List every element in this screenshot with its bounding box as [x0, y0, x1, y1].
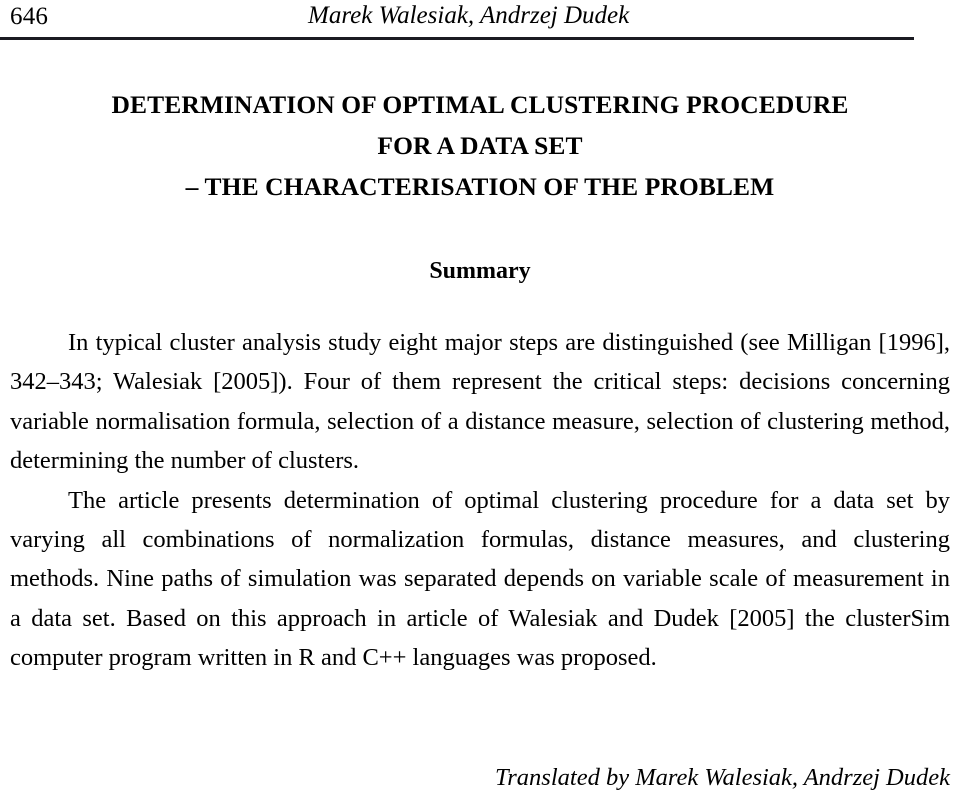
abstract-paragraph-1: In typical cluster analysis study eight … — [10, 329, 950, 475]
abstract-body: In typical cluster analysis study eight … — [10, 323, 950, 678]
running-head: 646 Marek Walesiak, Andrzej Dudek — [0, 0, 960, 44]
running-head-authors: Marek Walesiak, Andrzej Dudek — [308, 2, 630, 29]
abstract-paragraph-2: The article presents determination of op… — [10, 486, 950, 672]
document-page: 646 Marek Walesiak, Andrzej Dudek DETERM… — [0, 0, 960, 804]
page-number: 646 — [10, 3, 49, 30]
translator-credit: Translated by Marek Walesiak, Andrzej Du… — [494, 764, 950, 791]
title-line-3: – THE CHARACTERISATION OF THE PROBLEM — [185, 172, 775, 201]
header-rule — [0, 37, 914, 40]
title-line-2: FOR A DATA SET — [377, 131, 583, 160]
summary-heading: Summary — [429, 258, 531, 284]
title-line-1: DETERMINATION OF OPTIMAL CLUSTERING PROC… — [111, 90, 849, 119]
article-title: DETERMINATION OF OPTIMAL CLUSTERING PROC… — [0, 84, 960, 207]
